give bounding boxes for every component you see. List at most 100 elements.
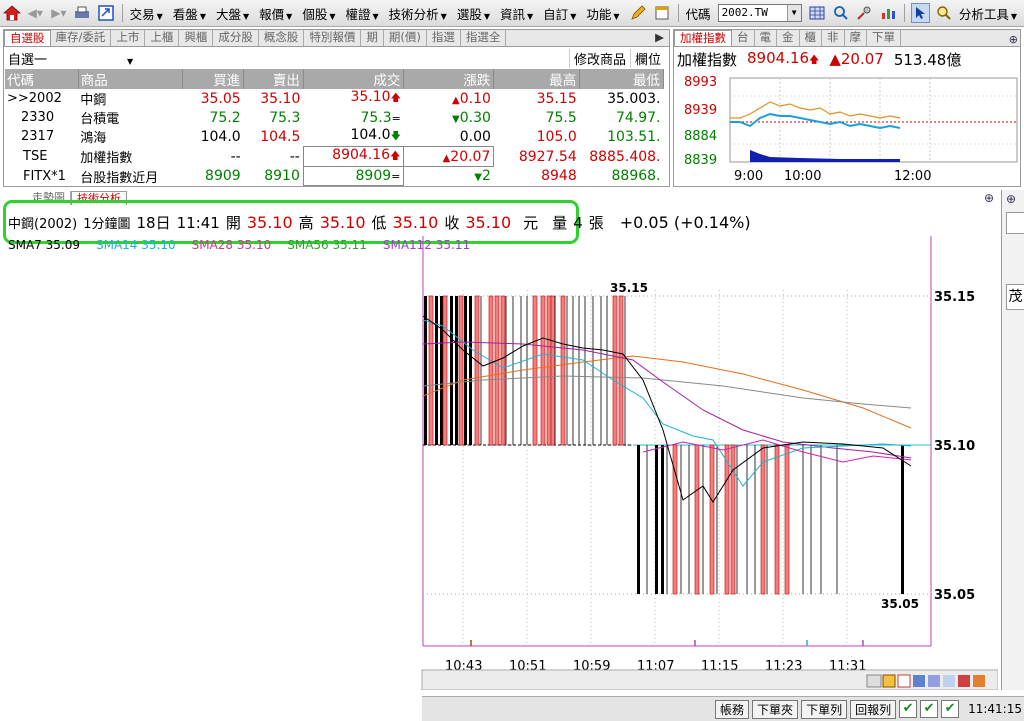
tab-components[interactable]: 成分股: [213, 30, 259, 46]
bar-tool-icon[interactable]: [973, 675, 985, 687]
draw-tool-icon[interactable]: [882, 674, 896, 688]
print-icon[interactable]: [73, 3, 93, 23]
crosshair-tool-icon[interactable]: [928, 675, 940, 687]
table-row[interactable]: TSE 加權指數 -- -- 8904.16🡅 ▲20.07 8927.54 8…: [5, 146, 664, 167]
check-icon[interactable]: ✔: [941, 700, 960, 718]
home-icon[interactable]: [2, 3, 22, 23]
check-icon[interactable]: ✔: [899, 700, 918, 718]
zoom-icon[interactable]: ⊕: [1006, 192, 1016, 206]
index-y-tick: 8839: [684, 153, 717, 168]
col-last[interactable]: 成交: [303, 69, 405, 89]
columns-button[interactable]: 欄位: [629, 48, 665, 68]
tab-concept[interactable]: 概念股: [259, 30, 305, 46]
tab-scroll-right[interactable]: ▶: [650, 30, 669, 46]
arrow-tool-icon[interactable]: [943, 675, 955, 687]
menu-stock[interactable]: 個股 ▼: [299, 4, 338, 23]
order-folder-button[interactable]: 下單夾: [752, 699, 799, 719]
tab-index-options[interactable]: 指選: [427, 30, 461, 46]
code-input[interactable]: 2002.TW ▼: [717, 4, 802, 22]
price-chart[interactable]: 35.1535.1035.0510:43 10:51 10:59 11:07 11:15…: [3, 190, 998, 690]
col-name[interactable]: 商品: [78, 69, 184, 89]
tab-watchlist[interactable]: 自選股: [4, 30, 51, 46]
menu-custom[interactable]: 自訂 ▼: [540, 4, 579, 23]
check-icon[interactable]: ✔: [920, 700, 939, 718]
tab-otc-index[interactable]: 櫃: [800, 30, 822, 46]
tab-special-quote[interactable]: 特別報價: [304, 30, 362, 46]
grid-icon[interactable]: [808, 3, 828, 23]
chart-icon[interactable]: [878, 3, 898, 23]
arrow-up-icon: 🡅: [390, 93, 401, 104]
candle-bar: [455, 296, 458, 445]
menu-screener[interactable]: 選股 ▼: [454, 4, 493, 23]
col-bid[interactable]: 買進: [182, 69, 245, 89]
candle-bar: [730, 444, 736, 595]
menu-function[interactable]: 功能 ▼: [583, 4, 622, 23]
watchlist-header: 自選一 ▼ 修改商品 欄位: [4, 47, 669, 69]
zoom-tool-icon[interactable]: [913, 675, 925, 687]
side-panel: ⊕ 茂: [1001, 190, 1024, 690]
menu-trade[interactable]: 交易 ▼: [127, 4, 166, 23]
main-toolbar: ◀▾ ▶▾ 交易 ▼ 看盤 ▼ 大盤 ▼ 報價 ▼ 個股 ▼ 權證 ▼ 技術分析 ▼ 選股 ▼ …: [0, 0, 1024, 27]
scroll-button[interactable]: [866, 674, 882, 688]
tab-finance[interactable]: 金: [777, 30, 800, 46]
col-low[interactable]: 最低: [579, 69, 664, 89]
menu-info[interactable]: 資訊 ▼: [497, 4, 536, 23]
row-high: 35.15: [536, 90, 577, 107]
tab-otc[interactable]: 上櫃: [145, 30, 180, 46]
tab-non-finance[interactable]: 非: [822, 30, 845, 46]
table-row[interactable]: 2330 台積電 75.2 75.3 75.3= ▼0.30 75.5 74.9…: [5, 108, 664, 128]
candle-bar: [532, 295, 538, 446]
tab-order[interactable]: 下單: [867, 30, 901, 46]
watchlist-selector[interactable]: 自選一 ▼: [8, 49, 133, 68]
menu-warrant[interactable]: 權證 ▼: [342, 4, 381, 23]
window-icon[interactable]: [96, 3, 116, 23]
edit-items-button[interactable]: 修改商品: [568, 48, 630, 68]
tab-emerging[interactable]: 興櫃: [179, 30, 214, 46]
row-last: 104.0🡇: [350, 127, 401, 143]
menu-technical[interactable]: 技術分析 ▼: [386, 4, 450, 23]
menu-quote[interactable]: 報價 ▼: [256, 4, 295, 23]
clock-tool-icon[interactable]: [897, 674, 911, 688]
tab-index-options-all[interactable]: 指選全: [461, 30, 507, 46]
menu-market[interactable]: 大盤 ▼: [213, 4, 252, 23]
col-high[interactable]: 最高: [493, 69, 581, 89]
analysis-search-icon[interactable]: [934, 3, 954, 23]
zoom-icon[interactable]: ⊕: [1009, 33, 1018, 46]
chevron-down-icon[interactable]: ▼: [786, 5, 801, 21]
back-icon[interactable]: ◀▾: [26, 3, 46, 23]
candle-bar: [428, 295, 434, 446]
menu-analysis-tools[interactable]: 分析工具 ▼: [956, 4, 1020, 23]
index-y-tick: 8884: [684, 129, 717, 144]
tab-futures[interactable]: 期: [361, 30, 384, 46]
search-icon[interactable]: [831, 3, 851, 23]
tab-listed[interactable]: 上市: [111, 30, 146, 46]
order-bar-button[interactable]: 下單列: [801, 699, 848, 719]
col-code[interactable]: 代碼: [5, 69, 79, 89]
notepad-icon[interactable]: [652, 3, 672, 23]
tab-msci[interactable]: 摩: [845, 30, 867, 46]
tab-tai[interactable]: 台: [732, 30, 755, 46]
forward-icon[interactable]: ▶▾: [49, 3, 69, 23]
table-row[interactable]: FITX*1 台股指數近月 8909 8910 8909= ▼2 8948 88…: [5, 166, 664, 186]
row-code: FITX*1: [23, 168, 66, 184]
record-tool-icon[interactable]: [958, 675, 970, 687]
tab-futures-price[interactable]: 期(價): [384, 30, 427, 46]
table-row[interactable]: >>2002 中鋼 35.05 35.10 35.10🡅 ▲0.10 35.15…: [5, 89, 664, 108]
tab-electronic[interactable]: 電: [755, 30, 777, 46]
account-button[interactable]: 帳務: [715, 699, 750, 719]
cursor-icon[interactable]: [910, 3, 931, 23]
index-volume-area: [750, 150, 900, 162]
table-row[interactable]: 2317 鴻海 104.0 104.5 104.0🡇 0.00 105.0 10…: [5, 127, 664, 147]
tab-inventory[interactable]: 庫存/委託: [51, 30, 112, 46]
row-change: ▲20.07: [403, 146, 495, 167]
pencil-icon[interactable]: [629, 3, 649, 23]
report-bar-button[interactable]: 回報列: [850, 699, 897, 719]
candle-bar: [540, 295, 546, 446]
tab-taiex[interactable]: 加權指數: [674, 30, 732, 46]
col-change[interactable]: 漲跌: [403, 69, 495, 89]
col-ask[interactable]: 賣出: [243, 69, 304, 89]
row-code: TSE: [23, 149, 48, 164]
menu-watch[interactable]: 看盤 ▼: [170, 4, 209, 23]
tools-icon[interactable]: [855, 3, 875, 23]
y-tick-label: 35.15: [934, 290, 975, 305]
